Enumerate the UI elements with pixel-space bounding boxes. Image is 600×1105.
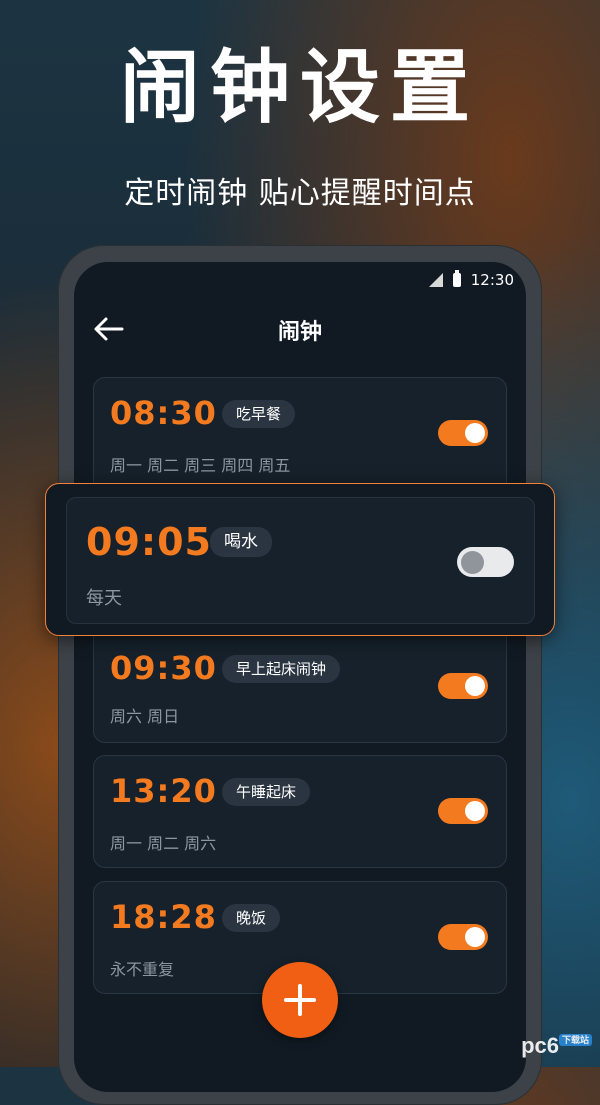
toggle-knob <box>465 927 485 947</box>
alarm-tag: 早上起床闹钟 <box>222 655 341 683</box>
alarm-toggle[interactable] <box>457 547 514 577</box>
toggle-knob <box>465 423 485 443</box>
alarm-days: 每天 <box>86 588 122 609</box>
alarm-tag: 喝水 <box>210 527 272 557</box>
page-title: 闹钟 <box>277 320 322 345</box>
alarm-card[interactable]: 13:20 午睡起床 周一 周二 周六 <box>93 755 507 868</box>
alarm-days: 永不重复 <box>110 960 175 979</box>
alarm-card[interactable]: 09:05 喝水 每天 <box>66 497 535 624</box>
highlighted-alarm-card[interactable]: 09:05 喝水 每天 <box>45 483 555 636</box>
watermark-text: pc6 <box>521 1033 559 1058</box>
alarm-time: 13:20 <box>110 772 217 810</box>
alarm-days: 周六 周日 <box>110 707 180 726</box>
alarm-tag: 晚饭 <box>222 904 281 932</box>
watermark-logo: pc6 下载站 <box>521 1033 592 1059</box>
watermark-badge: 下载站 <box>558 1034 592 1046</box>
toggle-knob <box>465 676 485 696</box>
alarm-toggle[interactable] <box>438 924 488 950</box>
alarm-time: 18:28 <box>110 898 217 936</box>
alarm-card[interactable]: 08:30 吃早餐 周一 周二 周三 周四 周五 <box>93 377 507 493</box>
add-alarm-button[interactable] <box>262 962 338 1038</box>
battery-icon <box>452 270 461 287</box>
signal-icon <box>428 273 443 287</box>
alarm-toggle[interactable] <box>438 420 488 446</box>
alarm-time: 09:30 <box>110 649 217 687</box>
nav-bar: 闹钟 <box>74 306 526 352</box>
alarm-days: 周一 周二 周六 <box>110 834 217 853</box>
alarm-days: 周一 周二 周三 周四 周五 <box>110 456 291 475</box>
toggle-knob <box>465 801 485 821</box>
status-bar: 12:30 <box>428 268 514 292</box>
toggle-knob <box>461 550 484 574</box>
alarm-time: 08:30 <box>110 394 217 432</box>
alarm-card[interactable]: 09:30 早上起床闹钟 周六 周日 <box>93 626 507 743</box>
promo-title: 闹钟设置 <box>120 41 480 134</box>
status-time: 12:30 <box>470 271 514 289</box>
promo-subtitle: 定时闹钟 贴心提醒时间点 <box>124 176 476 211</box>
alarm-tag: 吃早餐 <box>222 400 296 428</box>
alarm-toggle[interactable] <box>438 673 488 699</box>
alarm-time: 09:05 <box>86 520 212 564</box>
alarm-tag: 午睡起床 <box>222 778 311 806</box>
alarm-toggle[interactable] <box>438 798 488 824</box>
